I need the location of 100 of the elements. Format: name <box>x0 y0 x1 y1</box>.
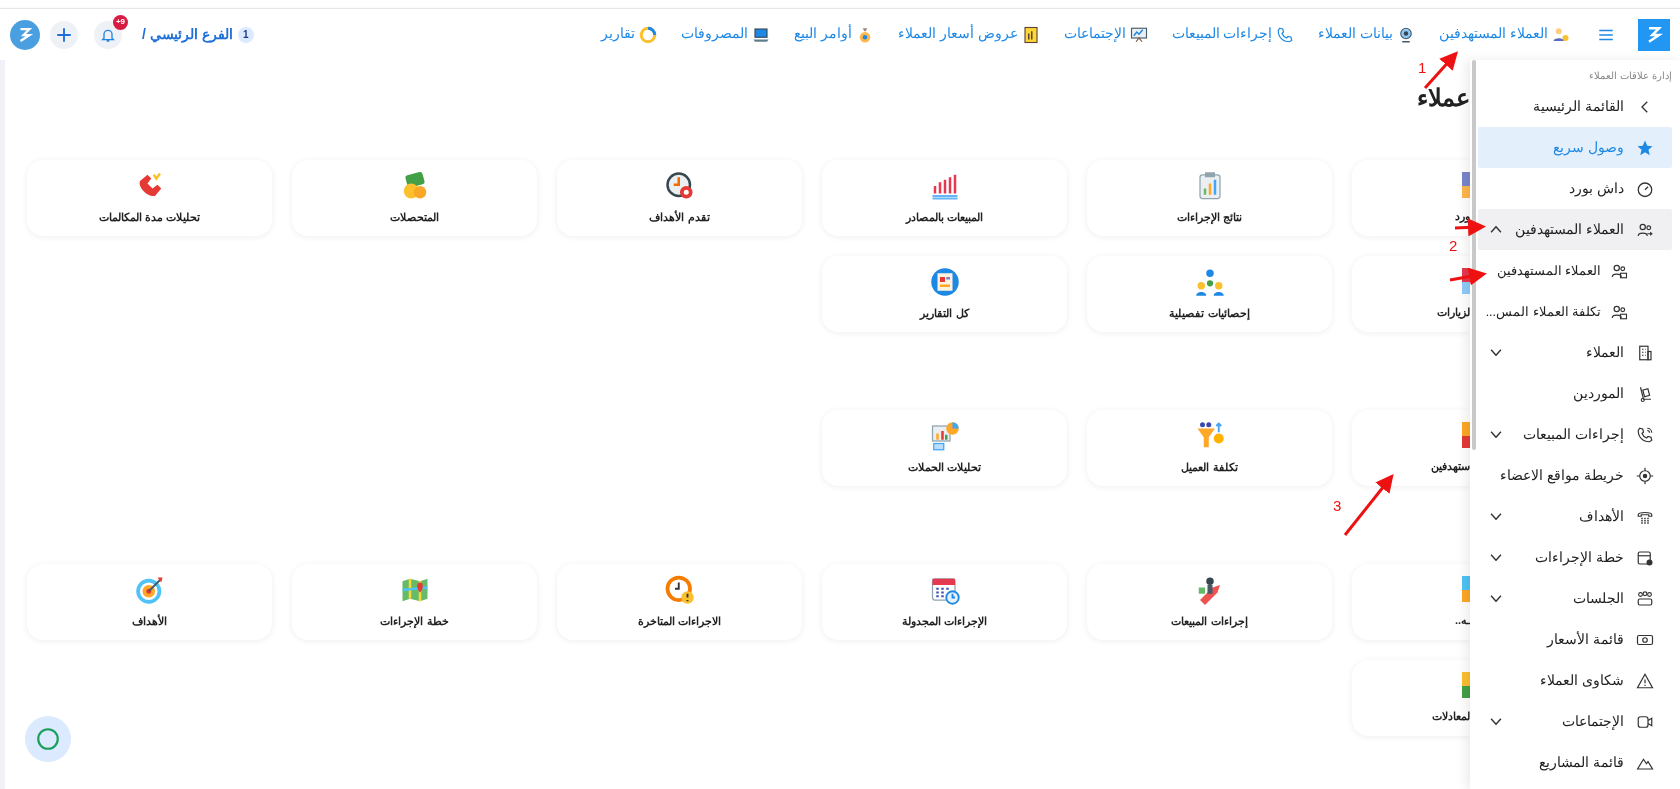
card-label: تحليلات مدة المكالمات <box>98 209 201 226</box>
partial-icon <box>1462 268 1470 294</box>
dashboard-card[interactable]: الإجراءات المجدولة <box>822 564 1067 640</box>
card-label: تحليلات الحملات <box>907 459 982 476</box>
partial-icon <box>1462 672 1470 698</box>
phone-icon <box>1636 425 1654 444</box>
annotation-arrow <box>1343 473 1394 536</box>
branch-name[interactable]: الفرع الرئيسي / <box>142 24 233 45</box>
nav-item-icon <box>1552 25 1570 44</box>
partial-icon <box>1462 172 1470 198</box>
annotation-number: 3 <box>1333 498 1342 513</box>
annotation-number: 1 <box>1418 60 1427 75</box>
submenu-item[interactable]: تكلفة العملاء المس... <box>1478 291 1672 332</box>
plus-icon <box>55 25 73 44</box>
nav-link[interactable]: الإجتماعات <box>1063 24 1148 45</box>
app-logo[interactable] <box>1638 18 1670 51</box>
card-label: إجراءات المبيعات <box>1171 613 1248 630</box>
annotation-number: 2 <box>1449 238 1458 253</box>
nav-link[interactable]: أوامر البيع <box>794 24 875 45</box>
page-title: عملاء <box>1417 83 1470 113</box>
dashboard-card[interactable]: كل التقارير <box>822 256 1067 332</box>
sidebar-item[interactable]: قائمة المشاريع <box>1478 742 1672 783</box>
sidebar-item[interactable]: إجراءات المبيعات <box>1478 414 1672 455</box>
sidebar-item[interactable]: الموردين <box>1478 373 1672 414</box>
presentation-chart-icon <box>929 420 960 451</box>
dashboard-card[interactable]: المتحصلات <box>292 160 537 236</box>
dashboard-card[interactable]: تحليلات الحملات <box>822 410 1067 486</box>
nav-link[interactable]: عروض أسعار العملاء <box>898 24 1040 45</box>
dashboard-card[interactable]: تقدم الأهداف <box>557 160 802 236</box>
report-icon <box>929 266 960 297</box>
gauge-icon <box>1636 179 1654 198</box>
nav-link[interactable]: العملاء المستهدفين <box>1439 24 1570 45</box>
nav-link[interactable]: المصروفات <box>681 24 771 45</box>
ring-icon <box>35 726 61 752</box>
dashboard-card[interactable]: الاجراءات المتاخرة <box>557 564 802 640</box>
card-label: نتائج الإجراءات <box>1176 209 1243 226</box>
add-button[interactable] <box>50 20 78 49</box>
card-label: تقدم الأهداف <box>649 209 710 226</box>
card-label: إحصائيات تفصيلية <box>1169 305 1250 322</box>
clock-warning-icon <box>664 574 695 605</box>
sidebar-item[interactable]: القائمة الرئيسية <box>1478 86 1672 127</box>
clock-target-icon <box>664 170 695 201</box>
sidebar-item[interactable]: داش بورد <box>1478 168 1672 209</box>
dashboard-card[interactable]: إجراءات المبيعات <box>1087 564 1332 640</box>
sidebar-item[interactable]: الإجتماعات <box>1478 701 1672 742</box>
sidebar-item[interactable]: الجلسات <box>1478 578 1672 619</box>
card-label: كل التقارير <box>920 305 969 322</box>
branch-count: 1 <box>237 26 254 43</box>
chat-button[interactable] <box>25 716 71 762</box>
dashboard-card[interactable]: ستهدفين <box>1352 410 1470 486</box>
card-label: خطة الإجراءات <box>380 613 449 630</box>
sidebar-item[interactable]: خريطة مواقع الاعضاء <box>1478 455 1672 496</box>
sidebar-item[interactable]: العملاء المستهدفين <box>1478 209 1672 250</box>
chevron-down-icon <box>1490 718 1502 725</box>
dashboard-card[interactable]: تكلفة العميل <box>1087 410 1332 486</box>
scrollbar[interactable] <box>1472 60 1476 450</box>
card-label: ـه.. <box>1454 612 1470 628</box>
notification-badge: +9 <box>113 14 128 30</box>
chevron-up-icon <box>1490 226 1502 233</box>
building-icon <box>1636 343 1654 362</box>
dashboard-card[interactable]: تحليلات مدة المكالمات <box>27 160 272 236</box>
dashboard-card[interactable]: ـه.. <box>1352 564 1470 640</box>
nav-link[interactable]: تقارير <box>601 24 658 45</box>
dashboard-card[interactable]: لمعادلات <box>1352 660 1470 736</box>
dashboard-card[interactable]: المبيعات بالمصادر <box>822 160 1067 236</box>
nav-item-icon <box>1129 25 1148 44</box>
chevron-down-icon <box>1490 513 1502 520</box>
card-label: ستهدفين <box>1431 458 1470 474</box>
submenu-item[interactable]: العملاء المستهدفين <box>1478 250 1672 291</box>
dashboard-card[interactable]: خطة الإجراءات <box>292 564 537 640</box>
chevron-down-icon <box>1490 595 1502 602</box>
nav-link[interactable]: بيانات العملاء <box>1318 24 1416 45</box>
dashboard-card[interactable]: لزيارات <box>1352 256 1470 332</box>
sidebar-item[interactable]: العملاء <box>1478 332 1672 373</box>
chevron-down-icon <box>1490 431 1502 438</box>
nav-item-icon <box>1276 25 1295 44</box>
chevron-down-icon <box>1490 554 1502 561</box>
sidebar-item[interactable]: خطة الإجراءات <box>1478 537 1672 578</box>
dashboard-card[interactable]: الأهداف <box>27 564 272 640</box>
card-label: لمعادلات <box>1432 708 1470 724</box>
sidebar-item[interactable]: شكاوى العملاء <box>1478 660 1672 701</box>
nav-link[interactable]: إجراءات المبيعات <box>1171 24 1295 45</box>
sidebar-item[interactable]: الأهداف <box>1478 496 1672 537</box>
sidebar-section-title: إدارة علاقات العملاء <box>1588 69 1673 84</box>
card-label: الأهداف <box>132 613 167 629</box>
partial-icon <box>1462 576 1470 602</box>
dashboard-card[interactable]: نتائج الإجراءات <box>1087 160 1332 236</box>
nav-item-icon <box>1021 25 1040 44</box>
nav-item-icon <box>752 25 771 44</box>
annotation-arrow <box>1449 267 1487 286</box>
avatar-logo[interactable] <box>10 19 40 50</box>
location-target-icon <box>1636 466 1654 485</box>
card-label: الإجراءات المجدولة <box>901 613 988 630</box>
dashboard-card[interactable]: إحصائيات تفصيلية <box>1087 256 1332 332</box>
sidebar-item[interactable]: قائمة الأسعار <box>1478 619 1672 660</box>
warning-icon <box>1636 671 1654 690</box>
group-icon <box>1636 589 1654 608</box>
card-label: الاجراءات المتاخرة <box>637 613 722 630</box>
card-label: تكلفة العميل <box>1181 459 1238 476</box>
calendar-badge-icon <box>1636 548 1654 567</box>
